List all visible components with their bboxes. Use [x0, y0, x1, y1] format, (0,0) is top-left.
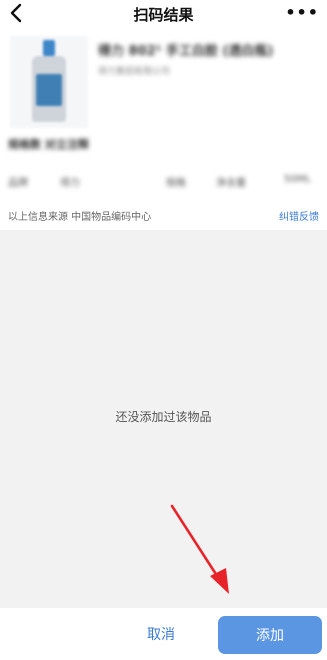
field-value-brand: 得力	[60, 178, 80, 189]
add-button[interactable]: 添加	[218, 616, 322, 654]
top-bar: 扫码结果 •••	[0, 0, 327, 28]
product-tag: 规格数 对立注释	[8, 138, 89, 151]
product-brand: 得力集团有限公司	[98, 67, 171, 77]
more-menu-button[interactable]: •••	[285, 3, 319, 22]
action-bar: 取消 添加	[0, 608, 327, 660]
data-source-note: 以上信息来源 中国物品编码中心	[8, 212, 152, 223]
product-image	[10, 36, 88, 128]
field-value-volume: 50ML	[284, 174, 311, 185]
field-label-volume: 净含量	[216, 178, 246, 189]
page-title: 扫码结果	[133, 6, 194, 24]
empty-state: 还没添加过该物品	[0, 230, 327, 608]
product-info-card: 得力 802¹ 手工白胶 (透白瓶) 得力集团有限公司 规格数 对立注释 品牌 …	[0, 28, 327, 230]
cancel-button[interactable]: 取消	[128, 624, 194, 644]
field-label-spec: 规格	[166, 178, 186, 189]
field-label-brand: 品牌	[8, 178, 28, 189]
product-name: 得力 802¹ 手工白胶 (透白瓶)	[98, 44, 274, 59]
red-arrow-annotation	[170, 504, 229, 594]
feedback-link[interactable]: 纠错反馈	[279, 208, 319, 223]
